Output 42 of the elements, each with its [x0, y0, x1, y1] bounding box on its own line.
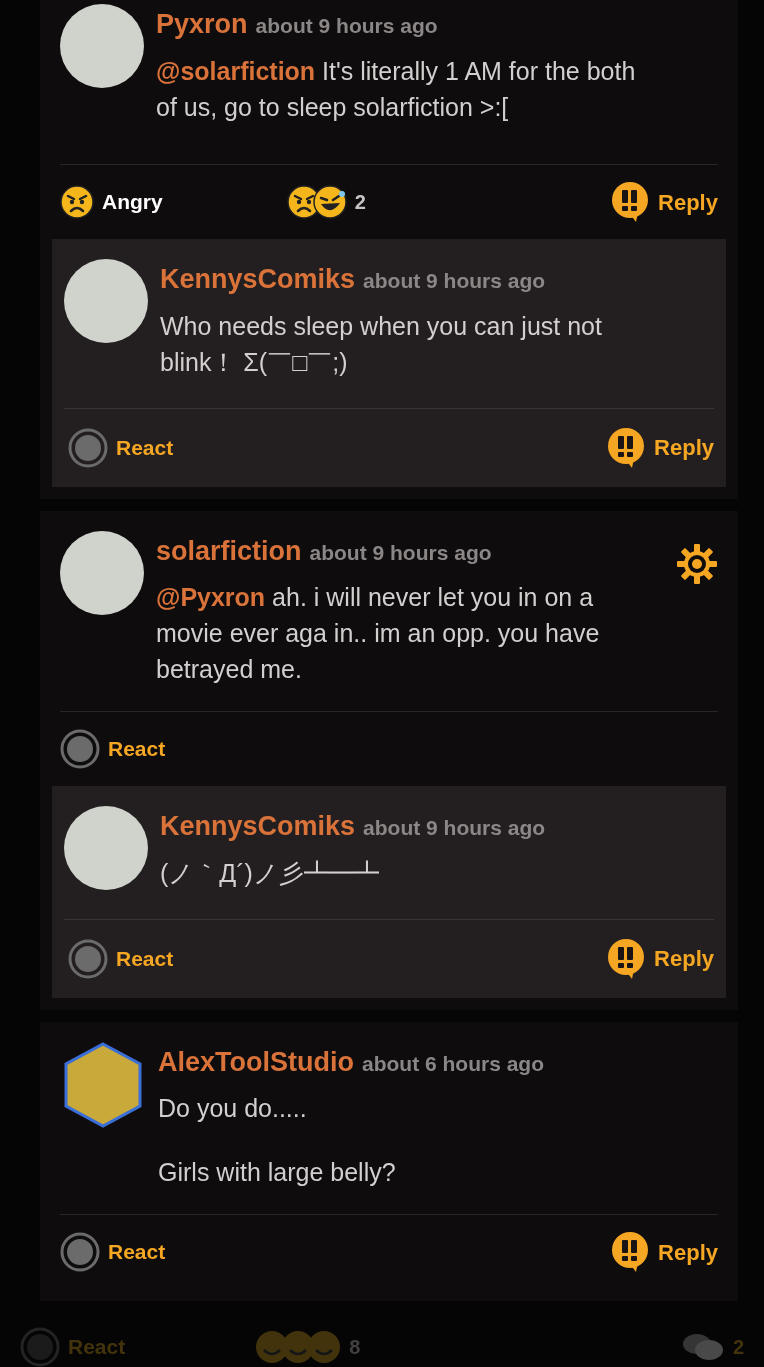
react-circle-icon: [20, 1327, 60, 1367]
timestamp: about 9 hours ago: [363, 815, 546, 841]
reply-button[interactable]: Reply: [610, 181, 718, 223]
author-name[interactable]: AlexToolStudio: [158, 1041, 354, 1082]
timestamp: about 9 hours ago: [255, 13, 438, 39]
comment-text: Do you do.....: [158, 1093, 308, 1124]
react-circle-icon: [68, 427, 108, 468]
comment-text: (ノ｀Д´)ノ彡┻━┻: [160, 857, 380, 889]
reaction-count: 8: [349, 1335, 361, 1360]
comment-text: @Pyxron ah. i will never let you in on a movie ever aga in.. im an opp. you have betrayed me.: [156, 582, 601, 685]
speech-bubble-exclamation-icon: [606, 937, 647, 980]
comment-text: @solarfiction It's literally 1 AM for the both of us, go to sleep solarfiction >:[: [156, 55, 637, 123]
reply-button[interactable]: Reply: [606, 426, 714, 469]
comment-text: Girls with large belly?: [158, 1157, 397, 1188]
react-button[interactable]: Angry: [60, 185, 163, 219]
react-button[interactable]: React: [60, 1232, 166, 1272]
timestamp: about 6 hours ago: [362, 1050, 544, 1077]
reply-button[interactable]: Reply: [606, 937, 714, 980]
settings-icon[interactable]: [676, 542, 718, 585]
timestamp: about 9 hours ago: [309, 539, 492, 566]
react-button[interactable]: React: [68, 427, 174, 468]
speech-bubble-exclamation-icon: [610, 181, 651, 223]
react-button[interactable]: React: [68, 938, 174, 979]
speech-bubble-exclamation-icon: [606, 426, 647, 469]
author-name[interactable]: solarfiction: [156, 530, 302, 571]
angry-face-icon: [60, 185, 94, 219]
reaction-summary[interactable]: 2: [286, 185, 366, 219]
comment-count: 2: [732, 1335, 744, 1360]
author-name[interactable]: Pyxron: [156, 4, 248, 45]
react-circle-icon: [60, 1232, 100, 1272]
react-circle-icon: [60, 729, 100, 769]
laughing-face-icon: [312, 185, 347, 219]
react-circle-icon: [68, 938, 108, 979]
timestamp: about 9 hours ago: [363, 268, 546, 294]
reply-button[interactable]: Reply: [610, 1231, 718, 1273]
speech-bubble-exclamation-icon: [610, 1231, 651, 1273]
reaction-count: 2: [354, 190, 366, 215]
author-name[interactable]: KennysComiks: [160, 259, 356, 300]
comment-text: Who needs sleep when you can just not blink！ Σ(￣□￣;): [160, 310, 603, 378]
author-name[interactable]: KennysComiks: [160, 806, 356, 847]
react-button[interactable]: React: [60, 729, 166, 769]
chat-bubbles-icon: [680, 1332, 725, 1362]
